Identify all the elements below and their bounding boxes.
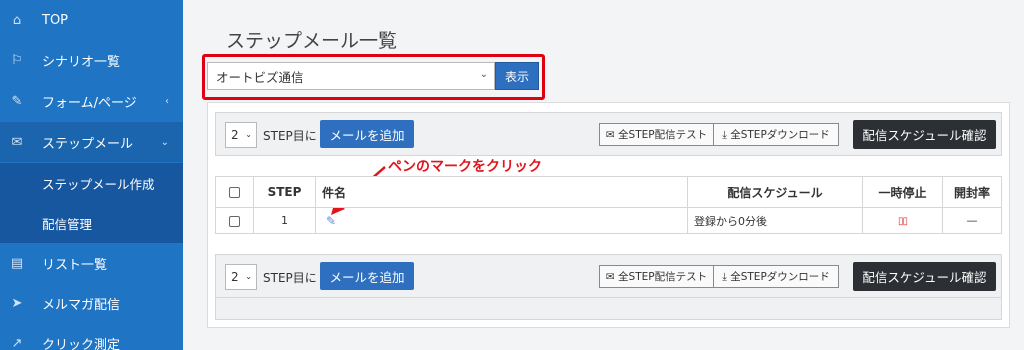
sidebar-item-label: TOP	[42, 12, 69, 28]
header-open-rate: 開封率	[942, 176, 1002, 208]
toolbar-bottom: 2 ⌄ STEP目に メールを追加 ✉ 全STEP配信テスト ⤓ 全STEPダウ…	[215, 254, 1002, 298]
chevron-down-icon: ⌄	[479, 69, 488, 80]
step-label: STEP目に	[263, 271, 317, 285]
step-select[interactable]: 2 ⌄	[225, 264, 257, 290]
table-row: 1 ✎ 登録から0分後 ▯▯ —	[215, 207, 1002, 234]
sidebar-subitem-delivery-management[interactable]: 配信管理	[0, 203, 183, 243]
schedule-confirm-button[interactable]: 配信スケジュール確認	[853, 120, 996, 149]
step-select[interactable]: 2 ⌄	[225, 122, 257, 148]
row-subject-cell: ✎	[315, 207, 688, 234]
row-schedule: 登録から0分後	[687, 207, 863, 234]
sidebar-subitem-step-mail-create[interactable]: ステップメール作成	[0, 163, 183, 203]
sidebar-item-form-page[interactable]: ✎ フォーム/ページ ‹	[0, 81, 183, 121]
row-checkbox-cell	[215, 207, 254, 234]
header-pause: 一時停止	[862, 176, 943, 208]
row-checkbox[interactable]	[229, 215, 240, 227]
sidebar-item-top[interactable]: ⌂ TOP	[0, 0, 183, 40]
header-schedule: 配信スケジュール	[687, 176, 863, 208]
page-title: ステップメール一覧	[226, 30, 398, 52]
test-download-group: ✉ 全STEP配信テスト ⤓ 全STEPダウンロード	[599, 123, 839, 146]
sidebar: ⌂ TOP ⚐ シナリオ一覧 ✎ フォーム/ページ ‹ ✉ ステップメール ⌄ …	[0, 0, 183, 350]
row-open-rate: —	[942, 207, 1002, 234]
sidebar-item-label: フォーム/ページ	[42, 95, 137, 111]
scenario-select-value: オートビズ通信	[216, 69, 304, 85]
sidebar-item-label: シナリオ一覧	[42, 54, 121, 70]
step-label: STEP目に	[263, 129, 317, 143]
step-select-value: 2	[231, 270, 239, 284]
sidebar-item-label: メルマガ配信	[42, 297, 121, 313]
header-step: STEP	[253, 176, 316, 208]
test-all-steps-button[interactable]: ✉ 全STEP配信テスト	[600, 124, 715, 145]
select-all-checkbox[interactable]	[229, 187, 240, 198]
home-icon: ⌂	[12, 12, 22, 28]
sidebar-item-label: ステップメール	[42, 136, 134, 152]
sidebar-item-label: ステップメール作成	[42, 176, 155, 192]
header-checkbox-cell	[215, 176, 254, 208]
show-button[interactable]: 表示	[495, 62, 539, 90]
chevron-down-icon: ⌄	[245, 272, 252, 281]
chevron-left-icon: ‹	[165, 95, 169, 107]
test-all-steps-button[interactable]: ✉ 全STEP配信テスト	[600, 266, 715, 287]
toolbar-top: 2 ⌄ STEP目に メールを追加 ✉ 全STEP配信テスト ⤓ 全STEPダウ…	[215, 112, 1002, 156]
row-pause-cell: ▯▯	[862, 207, 943, 234]
test-download-group: ✉ 全STEP配信テスト ⤓ 全STEPダウンロード	[599, 265, 839, 288]
download-all-steps-button[interactable]: ⤓ 全STEPダウンロード	[714, 266, 838, 287]
toolbar-footer	[215, 298, 1002, 320]
sidebar-item-label: クリック測定	[42, 337, 121, 350]
add-mail-button[interactable]: メールを追加	[320, 262, 414, 290]
sidebar-item-list[interactable]: ▤ リスト一覧	[0, 243, 183, 283]
add-mail-button[interactable]: メールを追加	[320, 120, 414, 148]
edit-pen-icon[interactable]: ✎	[326, 214, 336, 228]
header-subject: 件名	[315, 176, 688, 208]
table-header-row: STEP 件名 配信スケジュール 一時停止 開封率	[215, 176, 1002, 208]
download-all-steps-button[interactable]: ⤓ 全STEPダウンロード	[714, 124, 838, 145]
sidebar-item-step-mail[interactable]: ✉ ステップメール ⌄	[0, 122, 183, 162]
send-icon: ➤	[11, 295, 23, 311]
flag-icon: ⚐	[11, 52, 23, 68]
sidebar-item-click-tracking[interactable]: ↗ クリック測定	[0, 323, 183, 350]
step-select-value: 2	[231, 128, 239, 142]
step-table: STEP 件名 配信スケジュール 一時停止 開封率 1 ✎ 登録から0分後 ▯▯…	[215, 176, 1002, 234]
mail-icon: ✉	[11, 134, 23, 150]
sidebar-item-label: 配信管理	[42, 216, 93, 232]
list-icon: ▤	[10, 255, 24, 271]
pause-toggle-icon[interactable]: ▯▯	[898, 216, 908, 227]
scenario-select[interactable]: オートビズ通信 ⌄	[207, 62, 495, 90]
chart-icon: ↗	[11, 335, 23, 350]
schedule-confirm-button[interactable]: 配信スケジュール確認	[853, 262, 996, 291]
sidebar-item-scenario-list[interactable]: ⚐ シナリオ一覧	[0, 40, 183, 80]
sidebar-item-label: リスト一覧	[42, 257, 108, 273]
row-step: 1	[253, 207, 316, 234]
sidebar-item-newsletter[interactable]: ➤ メルマガ配信	[0, 283, 183, 323]
chevron-down-icon: ⌄	[160, 136, 169, 148]
pen-icon: ✎	[11, 93, 23, 109]
annotation-text: ペンのマークをクリック	[388, 159, 542, 175]
chevron-down-icon: ⌄	[245, 130, 252, 139]
